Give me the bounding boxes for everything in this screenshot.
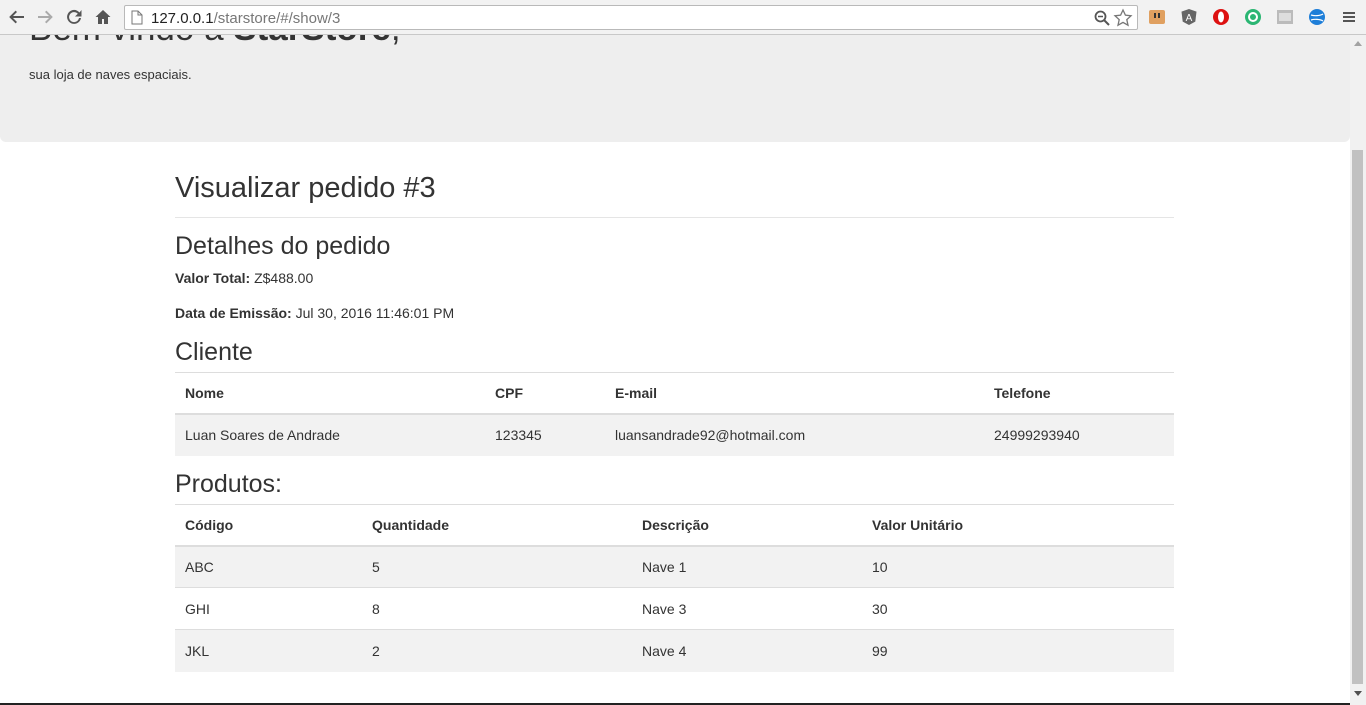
extension-button-3[interactable] [1212, 8, 1230, 26]
column-header-quantidade: Quantidade [362, 504, 632, 547]
total-value: Z$488.00 [254, 270, 314, 286]
column-header-telefone: Telefone [984, 372, 1174, 415]
product-descricao: Nave 4 [632, 629, 862, 672]
table-row: Luan Soares de Andrade 123345 luansandra… [175, 413, 1174, 456]
client-table: Nome CPF E-mail Telefone Luan Soares de … [175, 372, 1174, 456]
extension-button-1[interactable] [1148, 8, 1166, 26]
column-header-descricao: Descrição [632, 504, 862, 547]
column-header-cpf: CPF [485, 372, 605, 415]
product-descricao: Nave 3 [632, 587, 862, 630]
products-heading: Produtos: [175, 470, 283, 498]
extension-button-4[interactable] [1244, 8, 1262, 26]
jumbotron: Bem vindo à StarStore, sua loja de naves… [0, 35, 1350, 142]
client-email: luansandrade92@hotmail.com [605, 413, 984, 456]
product-codigo: GHI [175, 587, 362, 630]
back-arrow-icon [9, 10, 24, 24]
products-table: Código Quantidade Descrição Valor Unitár… [175, 504, 1174, 672]
globe-icon [1309, 9, 1325, 25]
welcome-prefix: Bem vindo à [29, 35, 233, 48]
table-row: GHI 8 Nave 3 30 [175, 587, 1174, 630]
svg-text:A: A [1186, 13, 1193, 24]
home-icon [95, 10, 111, 24]
product-valor: 30 [862, 587, 1174, 630]
product-quantidade: 8 [362, 587, 632, 630]
client-nome: Luan Soares de Andrade [175, 413, 485, 456]
product-descricao: Nave 1 [632, 545, 862, 588]
opera-o-icon [1213, 9, 1229, 25]
client-heading: Cliente [175, 338, 253, 366]
product-valor: 10 [862, 545, 1174, 588]
scroll-down-arrow-icon[interactable] [1354, 691, 1362, 696]
extension-button-5[interactable] [1276, 8, 1294, 26]
column-header-nome: Nome [175, 372, 485, 415]
column-header-codigo: Código [175, 504, 362, 547]
extension-box-icon [1149, 10, 1165, 24]
back-button[interactable] [6, 6, 28, 28]
welcome-heading: Bem vindo à StarStore, [29, 35, 401, 49]
tagline: sua loja de naves espaciais. [29, 67, 192, 82]
zoom-icon[interactable] [1093, 9, 1111, 27]
forward-arrow-icon [38, 10, 53, 24]
issue-date-value: Jul 30, 2016 11:46:01 PM [295, 305, 455, 321]
title-divider [175, 217, 1174, 218]
forward-button[interactable] [34, 6, 56, 28]
brand-name: StarStore [233, 35, 391, 48]
page-scrollbar[interactable] [1350, 35, 1366, 705]
order-details-heading: Detalhes do pedido [175, 232, 391, 260]
product-valor: 99 [862, 629, 1174, 672]
extension-button-2[interactable]: A [1180, 8, 1198, 26]
client-header-row: Nome CPF E-mail Telefone [175, 372, 1174, 415]
scrollbar-thumb[interactable] [1352, 150, 1363, 684]
column-header-email: E-mail [605, 372, 984, 415]
browser-toolbar: 127.0.0.1/starstore/#/show/3 A [0, 0, 1366, 35]
scroll-up-arrow-icon[interactable] [1354, 41, 1362, 46]
product-quantidade: 5 [362, 545, 632, 588]
total-label: Valor Total: [175, 270, 251, 286]
angular-shield-icon: A [1181, 9, 1197, 25]
chrome-menu-button[interactable] [1340, 8, 1358, 26]
client-cpf: 123345 [485, 413, 605, 456]
address-bar[interactable]: 127.0.0.1/starstore/#/show/3 [124, 5, 1138, 30]
products-header-row: Código Quantidade Descrição Valor Unitár… [175, 504, 1174, 547]
table-row: JKL 2 Nave 4 99 [175, 629, 1174, 672]
product-codigo: ABC [175, 545, 362, 588]
welcome-suffix: , [391, 35, 401, 48]
page-title: Visualizar pedido #3 [175, 172, 436, 204]
home-button[interactable] [92, 6, 114, 28]
page-viewport: Bem vindo à StarStore, sua loja de naves… [0, 35, 1350, 703]
url-text: 127.0.0.1/starstore/#/show/3 [151, 10, 340, 27]
client-telefone: 24999293940 [984, 413, 1174, 456]
url-host: 127.0.0.1 [151, 10, 214, 27]
product-quantidade: 2 [362, 629, 632, 672]
issue-date-label: Data de Emissão: [175, 305, 292, 321]
issue-date-row: Data de Emissão: Jul 30, 2016 11:46:01 P… [175, 305, 454, 321]
url-path: /starstore/#/show/3 [213, 10, 341, 27]
grey-box-icon [1277, 10, 1293, 24]
reload-icon [67, 9, 82, 24]
reload-button[interactable] [63, 6, 85, 28]
extension-button-6[interactable] [1308, 8, 1326, 26]
total-value-row: Valor Total: Z$488.00 [175, 270, 313, 286]
column-header-valor-unitario: Valor Unitário [862, 504, 1174, 547]
table-row: ABC 5 Nave 1 10 [175, 545, 1174, 588]
hamburger-menu-icon [1343, 12, 1355, 22]
grammarly-icon [1245, 9, 1261, 25]
product-codigo: JKL [175, 629, 362, 672]
page-icon [131, 10, 143, 25]
bookmark-star-icon[interactable] [1113, 8, 1133, 28]
